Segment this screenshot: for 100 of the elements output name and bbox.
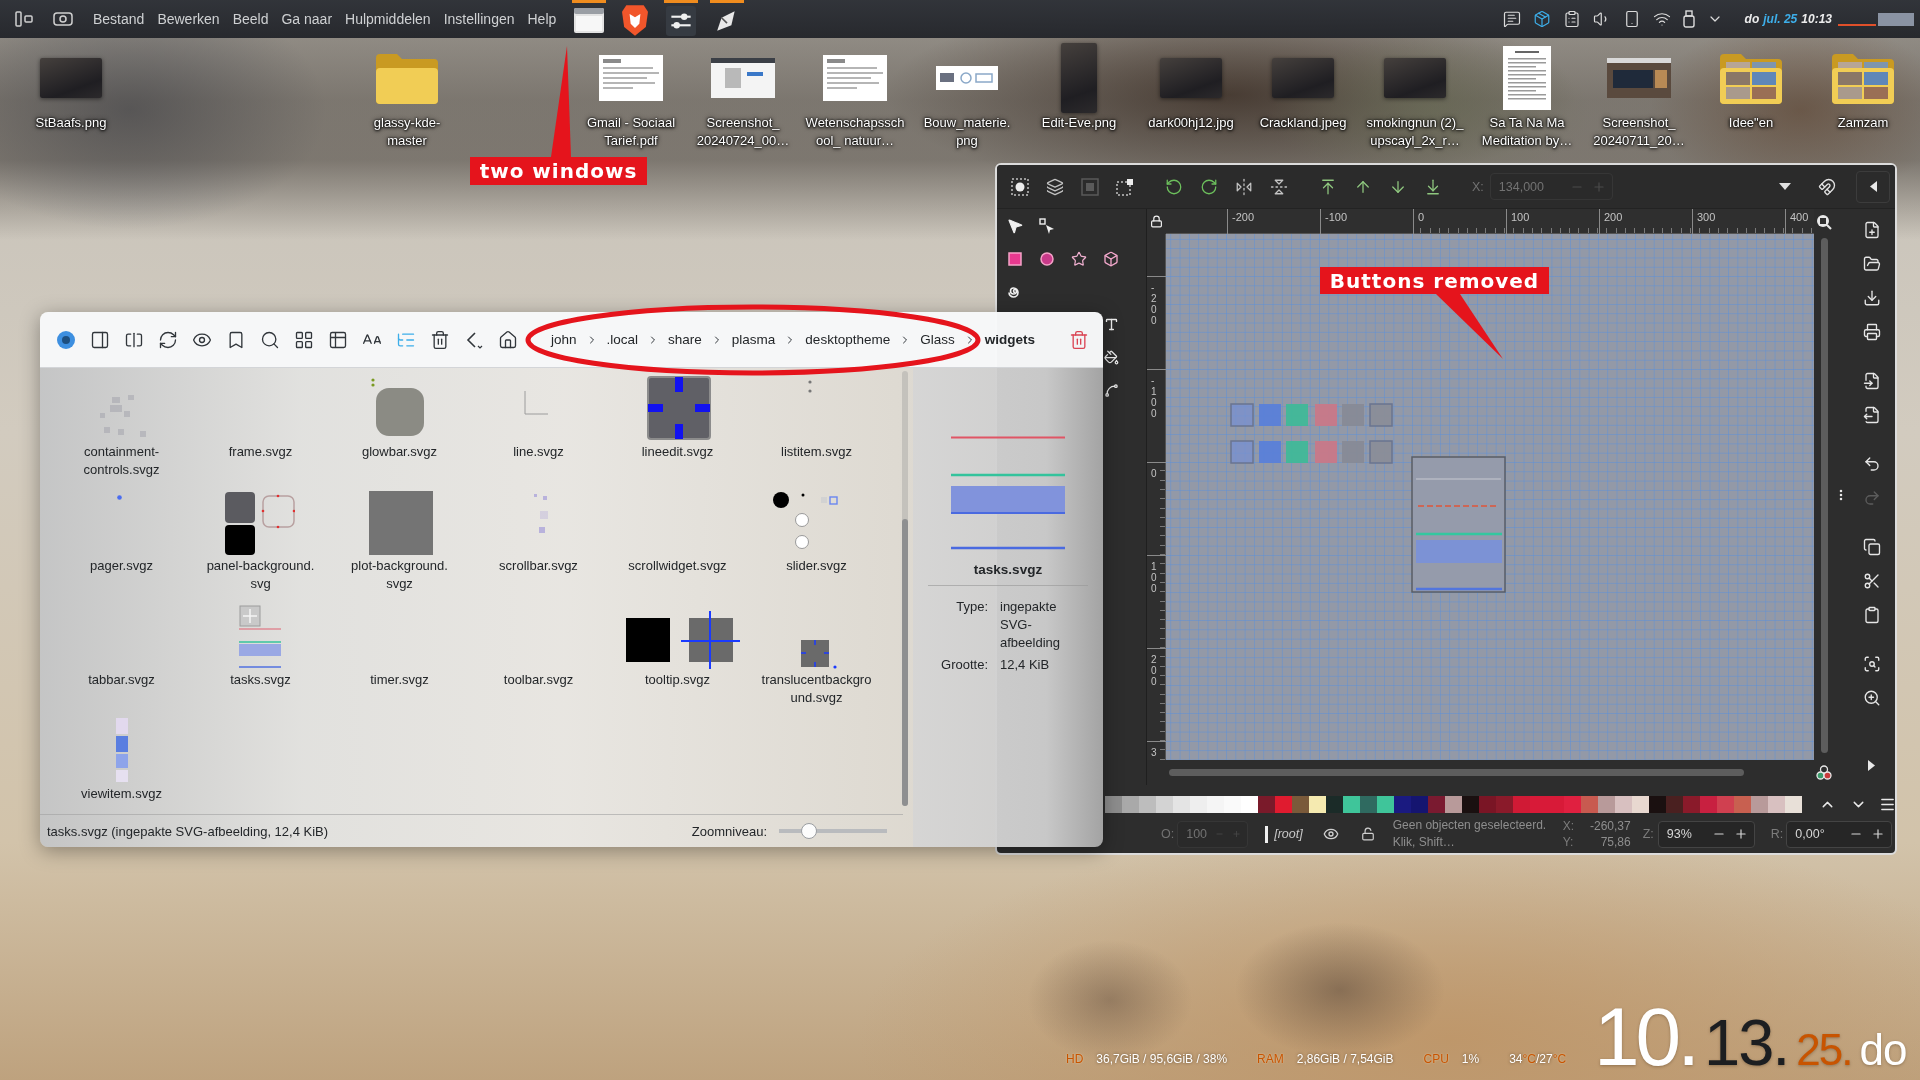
file-name[interactable]: scrollbar.svgz — [499, 557, 578, 575]
breadcrumb-item[interactable]: plasma — [731, 332, 776, 347]
menu-item[interactable]: Hulpmiddelen — [345, 9, 431, 29]
square-with-marks-icon[interactable] — [801, 638, 837, 669]
color-swatch[interactable] — [1241, 796, 1258, 813]
color-swatch[interactable] — [1734, 796, 1751, 813]
print-icon[interactable] — [1862, 323, 1881, 341]
cube-tool-icon[interactable] — [1103, 250, 1119, 267]
lock-icon[interactable] — [1150, 215, 1163, 228]
color-swatch[interactable] — [1258, 796, 1275, 813]
color-swatch[interactable] — [1751, 796, 1768, 813]
spiral-tool-icon[interactable] — [1008, 284, 1022, 299]
select-all-icon[interactable] — [1011, 177, 1029, 196]
color-swatch[interactable] — [1292, 796, 1309, 813]
usb-drive-icon[interactable] — [1682, 10, 1695, 28]
window-list-icon[interactable] — [15, 11, 33, 27]
color-swatch[interactable] — [1683, 796, 1700, 813]
back-icon[interactable] — [464, 329, 484, 350]
slider-thumb[interactable] — [801, 823, 818, 839]
window-icon[interactable] — [574, 8, 605, 33]
clock-time[interactable]: 10:13 — [1801, 12, 1832, 26]
color-swatch[interactable] — [1700, 796, 1717, 813]
file-name[interactable]: listitem.svgz — [781, 443, 852, 461]
file-name[interactable]: plot-background.svgz — [342, 557, 457, 593]
collapse-button[interactable] — [1856, 170, 1890, 203]
color-swatch[interactable] — [1785, 796, 1802, 813]
plus-icon[interactable] — [1871, 827, 1886, 841]
file-name[interactable]: Gmail - Sociaal Tarief.pdf — [581, 114, 681, 150]
menu-icon[interactable] — [1879, 796, 1895, 813]
file-name[interactable]: Sa Ta Na Ma Meditation by… — [1477, 114, 1577, 150]
color-swatch[interactable] — [1581, 796, 1598, 813]
color-swatch[interactable] — [1343, 796, 1360, 813]
color-swatch[interactable] — [1190, 796, 1207, 813]
color-swatch[interactable] — [1530, 796, 1547, 813]
color-swatch[interactable] — [1173, 796, 1190, 813]
table-icon[interactable] — [328, 329, 348, 350]
screenshot-thumbnail[interactable] — [711, 58, 775, 98]
color-swatch[interactable] — [1411, 796, 1428, 813]
file-name[interactable]: scrollwidget.svgz — [628, 557, 727, 575]
file-name[interactable]: containment-controls.svgz — [64, 443, 179, 479]
layers-icon[interactable] — [1046, 177, 1064, 196]
color-swatch[interactable] — [1394, 796, 1411, 813]
color-swatch[interactable] — [1207, 796, 1224, 813]
camera-icon[interactable] — [53, 12, 73, 26]
import-icon[interactable] — [1862, 372, 1881, 390]
scrollbar-thumb[interactable] — [902, 518, 908, 806]
color-swatch[interactable] — [1564, 796, 1581, 813]
breadcrumb-item[interactable]: .local — [606, 332, 639, 347]
color-swatch[interactable] — [1666, 796, 1683, 813]
square-with-marks-icon[interactable] — [647, 376, 711, 440]
file-name[interactable]: Zamzam — [1837, 114, 1889, 132]
menu-item[interactable]: Bestand — [93, 9, 145, 29]
node-tool-icon[interactable] — [1039, 217, 1055, 234]
refresh-icon[interactable] — [158, 329, 178, 350]
text-tool-icon[interactable] — [1103, 317, 1119, 332]
zoom-input[interactable]: 93% — [1657, 820, 1755, 848]
connector-tool-icon[interactable] — [1103, 383, 1119, 398]
disc-icon[interactable] — [56, 329, 76, 350]
file-name[interactable]: tooltip.svgz — [644, 671, 710, 689]
file-name[interactable]: Wetenschapsschool_ natuur… — [805, 114, 905, 150]
file-name[interactable]: Crackland.jpeg — [1259, 114, 1347, 132]
document-thumbnail[interactable] — [823, 55, 887, 101]
color-swatch[interactable] — [1598, 796, 1615, 813]
menu-item[interactable]: Instellingen — [443, 9, 515, 29]
file-name[interactable]: Edit-Eve.png — [1041, 114, 1117, 132]
color-swatch[interactable] — [1105, 796, 1122, 813]
color-swatch[interactable] — [1156, 796, 1173, 813]
color-swatch[interactable] — [1632, 796, 1649, 813]
panel-icon[interactable] — [90, 329, 110, 350]
file-name[interactable]: toolbar.svgz — [503, 671, 574, 689]
magnet-icon[interactable] — [1818, 177, 1836, 196]
breadcrumb-item[interactable]: desktoptheme — [805, 332, 891, 347]
color-swatch[interactable] — [1326, 796, 1343, 813]
zoom-icon[interactable] — [1816, 213, 1832, 230]
grid-icon[interactable] — [294, 329, 314, 350]
file-name[interactable]: line.svgz — [513, 443, 564, 461]
menu-item[interactable]: Beeld — [232, 9, 269, 29]
eye-icon[interactable] — [1322, 826, 1339, 842]
rotation-input[interactable]: 0,00° — [1786, 820, 1893, 848]
zoom-selection-icon[interactable] — [1862, 655, 1881, 673]
home-icon[interactable] — [498, 329, 518, 350]
scrollbar-thumb[interactable] — [1820, 238, 1828, 753]
plus-icon[interactable] — [1733, 827, 1748, 841]
menu-item[interactable]: Ga naar — [281, 9, 333, 29]
color-swatch[interactable] — [1615, 796, 1632, 813]
star-tool-icon[interactable] — [1071, 250, 1087, 267]
flip-vertical-icon[interactable] — [1270, 177, 1288, 196]
new-file-icon[interactable] — [1862, 221, 1881, 239]
dots-icon[interactable] — [808, 380, 812, 393]
dropdown-triangle-icon[interactable] — [1779, 183, 1791, 190]
color-swatch[interactable] — [1649, 796, 1666, 813]
breadcrumb-item[interactable]: widgets — [984, 332, 1035, 347]
file-name[interactable]: Screenshot_20240711_20… — [1589, 114, 1689, 150]
document-thumbnail[interactable] — [599, 55, 663, 101]
file-name[interactable]: panel-background.svg — [203, 557, 318, 593]
photo-folder-icon[interactable] — [1720, 52, 1782, 104]
screenshot-thumbnail[interactable] — [1607, 58, 1671, 98]
flip-horizontal-icon[interactable] — [1235, 177, 1253, 196]
color-swatch[interactable] — [1377, 796, 1394, 813]
color-swatch[interactable] — [1513, 796, 1530, 813]
